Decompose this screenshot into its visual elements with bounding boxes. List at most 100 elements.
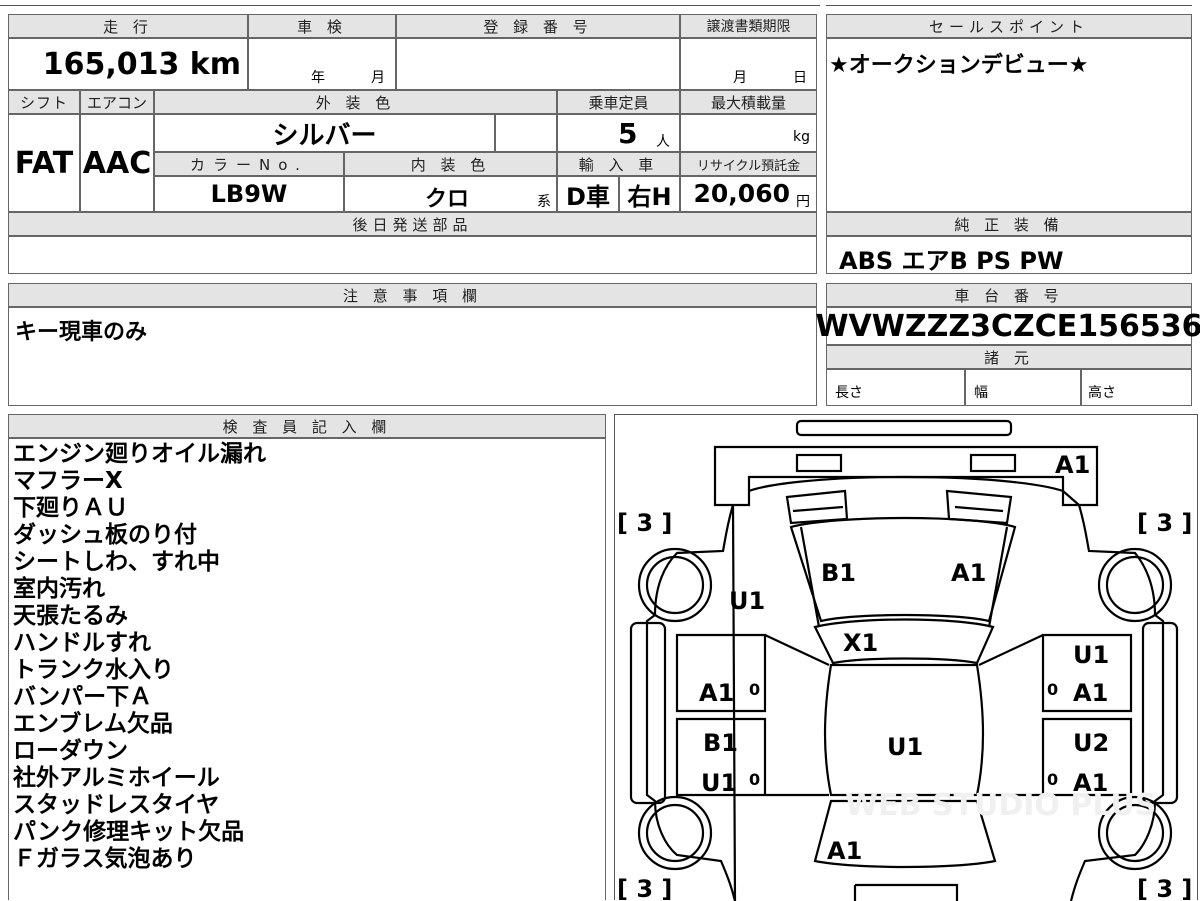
registration-value [396,38,680,90]
top-edge-strip [0,0,820,6]
tire-rear-right: [ 3 ] [1137,875,1192,901]
recycle-amount: 20,060 [693,179,790,208]
tire-front-right: [ 3 ] [1137,509,1192,537]
inspector-notes-list: エンジン廻りオイル漏れ マフラーX 下廻りＡＵ ダッシュ板のり付 シートしわ、す… [13,441,266,873]
mileage-header: 走 行 [8,14,248,38]
inspector-note: 室内汚れ [13,576,105,602]
mark-right-rear-door-bottom: A1 [1073,769,1108,797]
interior-color-header: 内 装 色 [344,152,557,176]
color-no-value: LB9W [154,176,344,212]
car-diagram: WEB STUDIO PLUS [ 3 ] [ 3 ] [ 3 ] [ 3 ] … [617,419,1192,901]
inspector-note: エンジン廻りオイル漏れ [13,441,266,467]
transfer-deadline-header: 譲渡書類期限 [680,14,817,38]
specs-header: 諸 元 [826,345,1192,369]
inspector-note: ハンドルすれ [13,630,151,656]
specs-height: 高さ [1081,369,1192,406]
notes-value: キー現車のみ [8,307,817,406]
mark-right-front-door: A1 [1073,679,1108,707]
recycle-unit: 円 [796,194,810,210]
mark-left-front-door-zero: 0 [749,680,760,699]
chassis-number-value: WVWZZZ3CZCE156536 [815,307,1200,345]
inspector-note: 天張たるみ [13,603,128,629]
import-handle-value: 右H [619,176,680,212]
interior-color-suffix: 系 [537,194,551,210]
mileage-value: 165,013 km [8,38,248,90]
notes-header: 注 意 事 項 欄 [8,283,817,307]
max-load-unit: kg [793,129,810,145]
capacity-value: 5 人 [557,114,680,152]
import-type-value: D車 [557,176,619,212]
mark-left-rear-door-bottom: U1 [701,769,737,797]
aircon-header: エアコン [80,90,154,114]
genuine-equipment-value: ABS エアB PS PW [826,236,1192,275]
inspector-note: エンブレム欠品 [13,711,173,737]
specs-length: 長さ [826,369,965,406]
shift-header: シフト [8,90,80,114]
sales-point-header: セールスポイント [826,14,1192,38]
mark-left-fender: U1 [729,587,765,615]
inspector-note: Ｆガラス気泡あり [13,846,197,872]
exterior-color-value: シルバー [154,114,495,152]
mark-right-rear-door-zero: 0 [1047,770,1058,789]
capacity-number: 5 [618,117,638,150]
inspector-header: 検 査 員 記 入 欄 [8,414,606,438]
shaken-header: 車 検 [248,14,396,38]
mark-left-front-door: A1 [699,679,734,707]
tire-rear-left: [ 3 ] [617,875,672,901]
genuine-equipment-header: 純 正 装 備 [826,212,1192,236]
shaken-year-unit: 年 [311,70,325,86]
deadline-month-unit: 月 [733,70,747,86]
shaken-value: 年 月 [248,38,396,90]
recycle-header: リサイクル預託金 [680,152,817,176]
mark-windshield: X1 [843,629,878,657]
diagram-watermark: WEB STUDIO PLUS [845,788,1156,823]
inspector-note: ローダウン [13,738,128,764]
inspector-note: パンク修理キット欠品 [13,819,245,845]
sales-point-value: ★オークションデビュー★ [826,38,1192,212]
exterior-color-header: 外 装 色 [154,90,557,114]
inspector-note: 下廻りＡＵ [13,495,128,521]
notes-text: キー現車のみ [15,320,148,345]
specs-width-label: 幅 [974,385,988,401]
shaken-month-unit: 月 [371,70,385,86]
inspector-note: バンパー下Ａ [13,684,153,710]
mark-rear-glass: A1 [827,837,862,865]
max-load-header: 最大積載量 [680,90,817,114]
transfer-deadline-value: 月 日 [680,38,817,90]
mark-right-front-door-zero: 0 [1047,680,1058,699]
max-load-value: kg [680,114,817,152]
later-parts-value [8,236,817,274]
mark-right-rear-door-top: U2 [1073,729,1109,757]
aircon-value: AAC [80,114,154,212]
mark-left-rear-door-zero: 0 [749,770,760,789]
capacity-unit: 人 [656,134,670,150]
mark-hood-left: B1 [821,559,856,587]
recycle-value: 20,060 円 [680,176,817,212]
tire-front-left: [ 3 ] [617,509,672,537]
exterior-color-extra [495,114,557,152]
inspector-note: スタッドレスタイヤ [13,792,220,818]
top-right-strip [826,0,1192,6]
inspector-note: マフラーX [13,468,123,494]
mark-left-rear-door-top: B1 [703,729,738,757]
deadline-day-unit: 日 [793,70,807,86]
inspector-note: トランク水入り [13,657,174,683]
chassis-header: 車 台 番 号 [826,283,1192,307]
inspector-notes-box: エンジン廻りオイル漏れ マフラーX 下廻りＡＵ ダッシュ板のり付 シートしわ、す… [8,438,606,900]
specs-width: 幅 [965,369,1081,406]
sales-point-text: ★オークションデビュー★ [829,53,1089,78]
interior-color-name: クロ [425,187,470,212]
registration-header: 登 録 番 号 [396,14,680,38]
later-parts-header: 後日発送部品 [8,212,817,236]
mark-right-fender: U1 [1073,641,1109,669]
mark-front-bumper: A1 [1055,451,1090,479]
capacity-header: 乗車定員 [557,90,680,114]
genuine-equipment-text: ABS エアB PS PW [839,247,1064,275]
inspector-note: シートしわ、すれ中 [13,549,220,575]
specs-height-label: 高さ [1088,385,1116,401]
inspector-note: 社外アルミホイール [13,765,220,791]
car-diagram-frame: WEB STUDIO PLUS [ 3 ] [ 3 ] [ 3 ] [ 3 ] … [614,414,1198,901]
mark-hood-right: A1 [951,559,986,587]
specs-length-label: 長さ [835,385,863,401]
interior-color-value: クロ 系 [344,176,557,212]
